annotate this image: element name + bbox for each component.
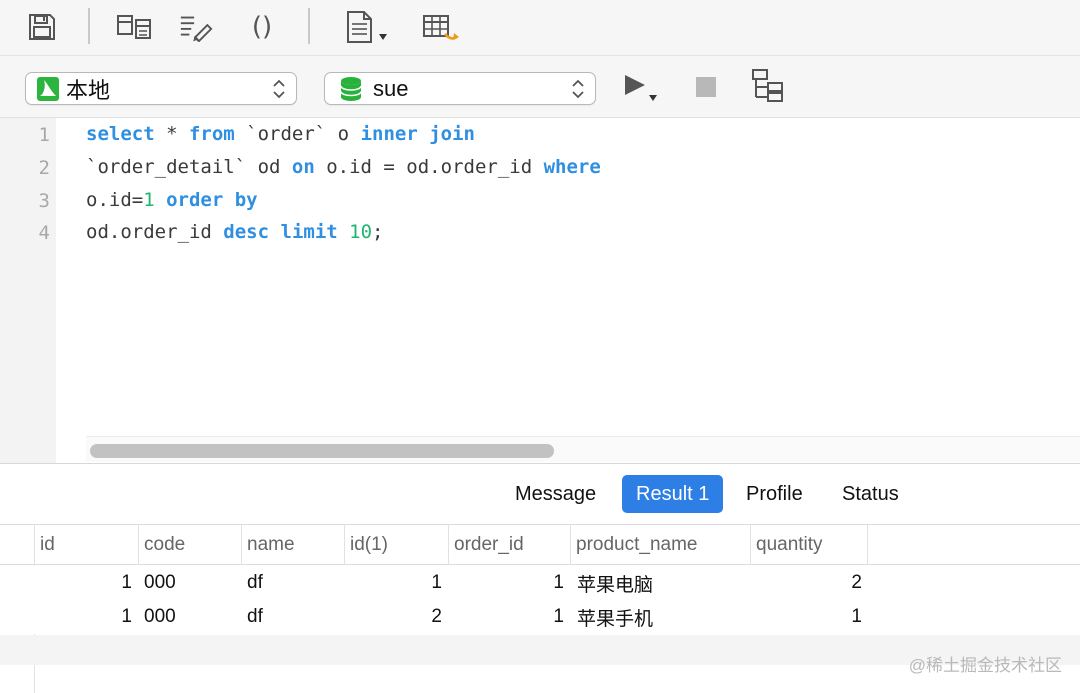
chevron-up-down-icon xyxy=(272,79,286,104)
tab-status[interactable]: Status xyxy=(828,475,913,513)
sql-keyword: on xyxy=(291,156,315,178)
parentheses-glyph: () xyxy=(251,12,273,42)
horizontal-scrollbar[interactable] xyxy=(86,436,1080,462)
tab-result-1[interactable]: Result 1 xyxy=(622,475,724,513)
sql-keyword: from xyxy=(188,123,235,145)
code-line[interactable]: o.id=1 order by xyxy=(86,189,258,211)
sql-keyword: inner join xyxy=(360,123,475,145)
watermark: @稀土掘金技术社区 xyxy=(908,656,1062,675)
tab-message[interactable]: Message xyxy=(501,475,610,513)
code-line[interactable]: select * from `order` o inner join xyxy=(86,123,475,145)
toolbar-separator xyxy=(308,8,310,44)
cell-order-id[interactable]: 1 xyxy=(448,566,564,600)
column-header-name[interactable]: name xyxy=(241,525,344,565)
code-line[interactable]: od.order_id desc limit 10; xyxy=(86,221,384,243)
sql-text: `order_detail` od xyxy=(86,156,292,178)
parentheses-icon[interactable]: () xyxy=(244,10,280,44)
connection-select-value: 本地 xyxy=(66,77,111,103)
cell-id-1[interactable]: 1 xyxy=(344,566,442,600)
sql-text: od.order_id xyxy=(86,221,224,243)
sql-keyword: limit xyxy=(280,221,338,243)
stop-icon[interactable] xyxy=(688,70,724,104)
table-row[interactable]: 1 000 df 1 1 苹果电脑 2 xyxy=(0,566,1080,600)
sql-number: 1 xyxy=(143,189,155,211)
cell-quantity[interactable]: 1 xyxy=(750,600,862,634)
database-icon xyxy=(339,76,363,102)
line-number-gutter: 1 2 3 4 xyxy=(0,118,56,463)
database-select[interactable]: sue xyxy=(324,72,596,105)
connection-select[interactable]: 本地 xyxy=(25,72,297,105)
line-number: 1 xyxy=(38,124,50,146)
main-toolbar: () xyxy=(0,0,1080,56)
cell-product-name[interactable]: 苹果电脑 xyxy=(577,566,747,600)
column-header-quantity[interactable]: quantity xyxy=(750,525,868,565)
column-header-product-name[interactable]: product_name xyxy=(570,525,750,565)
cell-code[interactable]: 000 xyxy=(144,566,236,600)
sql-text: o.id = od.order_id xyxy=(314,156,544,178)
code-line[interactable]: `order_detail` od on o.id = od.order_id … xyxy=(86,156,601,178)
table-design-icon[interactable] xyxy=(116,10,152,44)
run-icon[interactable] xyxy=(618,70,664,104)
sql-keyword: order by xyxy=(166,189,258,211)
result-tabs: Message Result 1 Profile Status xyxy=(0,463,1080,525)
cell-code[interactable]: 000 xyxy=(144,600,236,634)
cell-quantity[interactable]: 2 xyxy=(750,566,862,600)
cell-order-id[interactable]: 1 xyxy=(448,600,564,634)
tab-profile[interactable]: Profile xyxy=(732,475,817,513)
line-number: 2 xyxy=(38,157,50,179)
chevron-up-down-icon xyxy=(571,79,585,104)
line-number: 3 xyxy=(38,190,50,212)
sql-text: ; xyxy=(372,221,384,243)
sql-keyword: select xyxy=(86,123,155,145)
column-header-code[interactable]: code xyxy=(138,525,241,565)
export-table-icon[interactable] xyxy=(420,10,462,44)
table-row[interactable]: 1 000 df 2 1 苹果手机 1 xyxy=(0,600,1080,634)
database-select-value: sue xyxy=(373,75,409,101)
cell-name[interactable]: df xyxy=(247,600,339,634)
sql-keyword: where xyxy=(543,156,601,178)
toolbar-separator xyxy=(88,8,90,44)
save-icon[interactable] xyxy=(24,10,60,44)
cell-name[interactable]: df xyxy=(247,566,339,600)
column-header-id-1[interactable]: id(1) xyxy=(344,525,448,565)
sql-text: `order` o xyxy=(234,123,361,145)
cell-id[interactable]: 1 xyxy=(34,566,132,600)
document-menu-icon[interactable] xyxy=(342,10,392,44)
sql-editor[interactable]: 1 2 3 4 select * from `order` o inner jo… xyxy=(0,118,1080,463)
cell-id-1[interactable]: 2 xyxy=(344,600,442,634)
column-header-order-id[interactable]: order_id xyxy=(448,525,570,565)
sql-text: * xyxy=(154,123,189,145)
sql-keyword: desc xyxy=(223,221,270,243)
connection-icon xyxy=(36,76,60,102)
grid-header: id code name id(1) order_id product_name… xyxy=(0,525,1080,565)
column-header-id[interactable]: id xyxy=(34,525,138,565)
query-toolbar: 本地 sue xyxy=(0,56,1080,118)
line-number: 4 xyxy=(38,222,50,244)
sql-text: o.id= xyxy=(86,189,144,211)
explain-icon[interactable] xyxy=(750,68,786,102)
query-builder-icon[interactable] xyxy=(178,10,214,44)
scrollbar-thumb[interactable] xyxy=(90,444,554,458)
sql-number: 10 xyxy=(349,221,373,243)
cell-id[interactable]: 1 xyxy=(34,600,132,634)
cell-product-name[interactable]: 苹果手机 xyxy=(577,600,747,634)
